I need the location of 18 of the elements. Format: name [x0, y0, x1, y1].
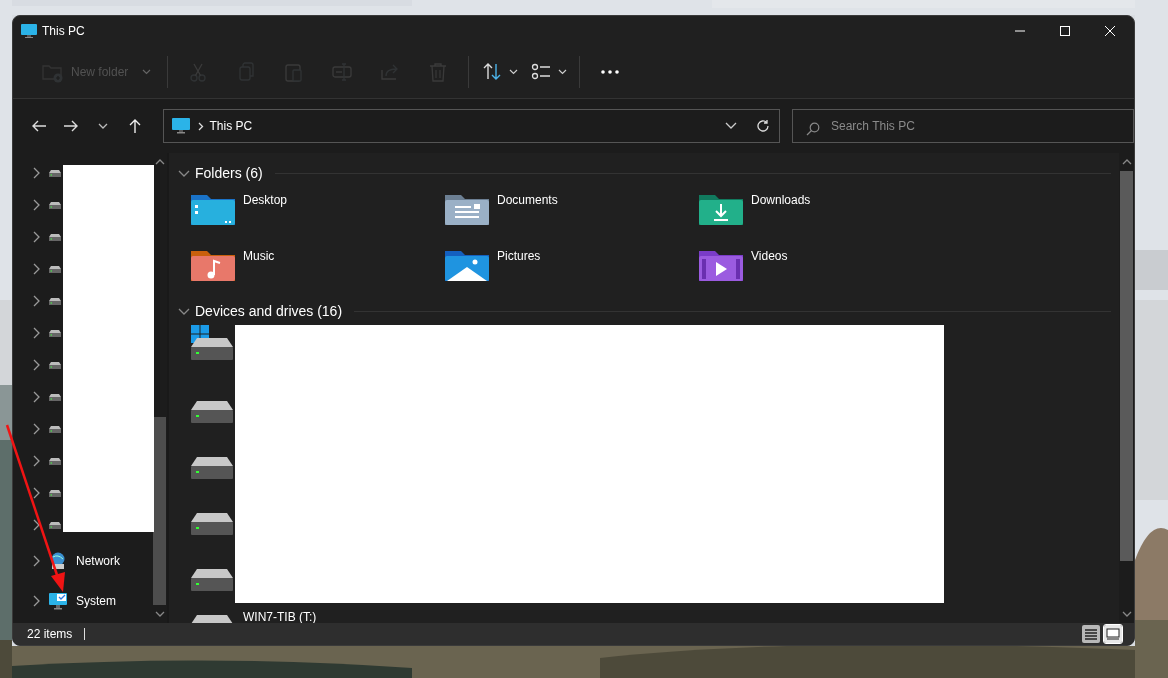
search-field[interactable]: Search This PC [792, 109, 1134, 143]
address-bar[interactable]: This PC [162, 109, 780, 143]
section-header[interactable]: Devices and drives (16) [195, 300, 343, 322]
folder-label[interactable]: Downloads [751, 191, 811, 209]
folder-label[interactable]: Desktop [243, 191, 288, 209]
breadcrumb-item[interactable]: This PC [209, 117, 253, 135]
sidebar-item[interactable]: System [13, 581, 116, 621]
folder-label[interactable]: Music [243, 247, 275, 265]
item-count: 22 items [27, 626, 73, 643]
sidebar-label: System [76, 593, 116, 610]
folder-label[interactable]: Documents [497, 191, 558, 209]
folder-label[interactable]: Videos [751, 247, 788, 265]
window-title: This PC [42, 23, 85, 40]
sidebar-label: Network [76, 553, 120, 570]
sidebar-item[interactable]: Network [13, 541, 120, 581]
drive-label[interactable]: WIN7-TIB (T:) [243, 608, 317, 623]
section-header[interactable]: Folders (6) [195, 162, 263, 184]
folder-label[interactable]: Pictures [497, 247, 541, 265]
